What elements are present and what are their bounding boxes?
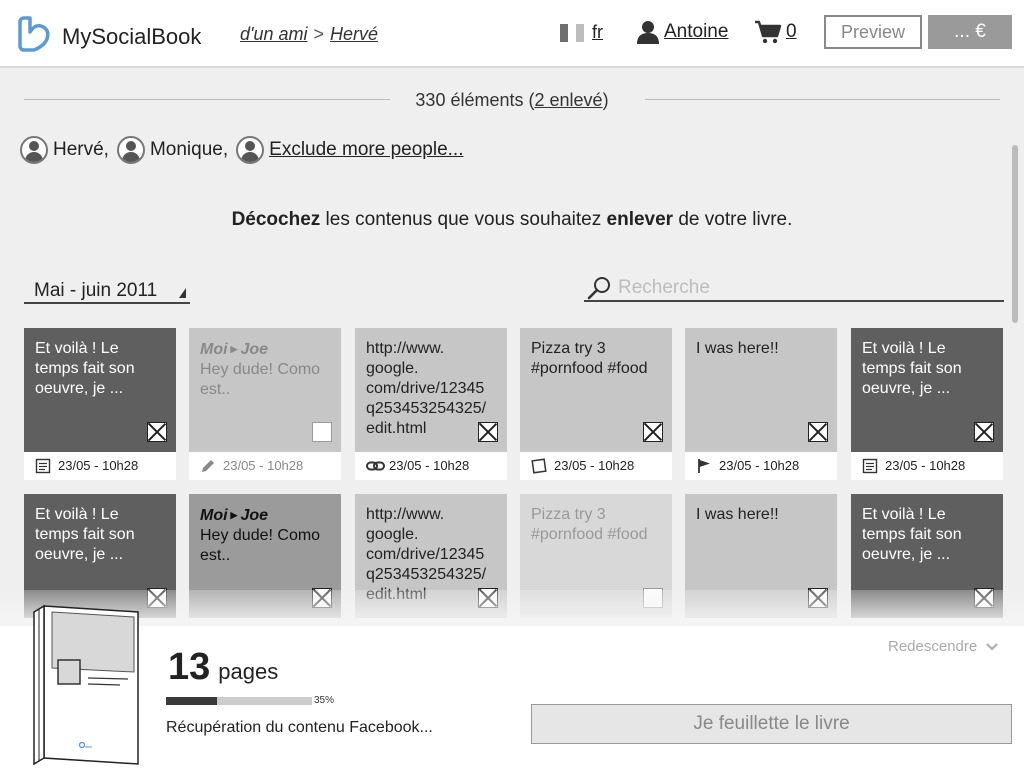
collapse-panel-toggle[interactable]: Redescendre [888,638,999,655]
status-post-icon [35,458,51,474]
card-checkbox[interactable] [312,422,332,442]
search-bar [584,274,1004,302]
card-text: Hey dude! Como est.. [200,361,321,398]
language-link[interactable]: fr [592,22,603,43]
cart-icon [755,20,782,44]
instruction-bold-1: Décochez [231,209,321,230]
breadcrumb-link-friend[interactable]: d'un ami [240,24,307,44]
removed-link[interactable]: 2 enlevé [535,90,603,110]
exclude-more-link[interactable]: Exclude more people... [269,139,463,161]
card-checkbox[interactable] [147,422,167,442]
person-name: Hervé, [53,139,109,160]
user-menu[interactable]: Antoine [636,20,728,44]
panel-fade [0,590,1024,626]
user-icon [637,21,659,44]
arrow-right-icon: ▶ [230,344,238,354]
card-author: Moi ▶ Joe [200,339,330,360]
content-card[interactable]: Moi ▶ Joe Hey dude! Como est.. 23/05 - 10h… [189,328,341,480]
person-chip[interactable]: Monique, [116,136,229,164]
language-selector[interactable]: fr [560,22,603,43]
card-date: 23/05 - 10h28 [389,458,470,473]
card-checkbox[interactable] [808,422,828,442]
recipient-name: Joe [240,341,269,358]
card-date: 23/05 - 10h28 [223,458,304,473]
page-count: 13 pages [168,646,278,689]
logo-icon[interactable] [16,14,54,52]
cart-count[interactable]: 0 [786,21,797,43]
card-footer: 23/05 - 10h28 [24,452,176,480]
link-icon [366,461,385,471]
person-name: Monique, [149,139,229,160]
chevron-down-icon [986,642,998,650]
flag-checkin-icon [698,459,710,473]
exclude-more-chip[interactable]: Exclude more people... [236,136,463,164]
collapse-label: Redescendre [888,638,978,655]
counter-text: 330 éléments ( [415,90,535,110]
photo-icon [531,458,547,474]
card-checkbox[interactable] [974,422,994,442]
recipient-name: Joe [240,507,269,524]
author-name: Moi [200,341,228,358]
user-name[interactable]: Antoine [664,21,728,43]
pencil-icon [202,460,214,472]
avatar [236,136,265,164]
flag-icon [560,23,584,42]
book-preview-icon[interactable] [30,604,142,768]
card-date: 23/05 - 10h28 [554,458,635,473]
breadcrumb-link-herve[interactable]: Hervé [330,24,378,44]
book-summary-panel [0,626,1024,778]
card-checkbox[interactable] [643,422,663,442]
arrow-right-icon: ▶ [230,510,238,520]
preview-button[interactable]: Preview [824,15,922,49]
card-footer: 23/05 - 10h28 [520,452,672,480]
logo-text[interactable]: MySocialBook [62,24,201,50]
search-input[interactable] [618,276,988,300]
progress-fill [166,697,218,705]
cart[interactable]: 0 [754,20,797,44]
flip-book-button[interactable]: Je feuillette le livre [531,704,1012,744]
progress-label: 35% [314,695,335,706]
status-post-icon [862,458,878,474]
instruction-text: Décochez les contenus que vous souhaitez… [0,209,1024,231]
instruction-bold-2: enlever [606,209,674,230]
content-card[interactable]: http://www. google. com/drive/12345 q253… [355,328,507,480]
card-date: 23/05 - 10h28 [719,458,800,473]
search-icon [587,277,610,300]
content-card[interactable]: Et voilà ! Le temps fait son oeuvre, je … [24,328,176,480]
person-chip[interactable]: Hervé, [20,136,109,164]
loading-status: Récupération du contenu Facebook... [166,719,433,736]
avatar [20,136,48,164]
page-count-label: pages [218,659,279,684]
card-footer: 23/05 - 10h28 [851,452,1003,480]
scrollbar[interactable] [1012,145,1018,323]
breadcrumb-separator: > [313,24,324,44]
card-author: Moi ▶ Joe [200,505,330,526]
author-name: Moi [200,507,228,524]
progress-bar [166,697,312,705]
breadcrumb: d'un ami > Hervé [240,24,378,45]
price-button[interactable]: ... € [928,15,1012,49]
top-bar: MySocialBook d'un ami > Hervé fr Antoine 0… [0,0,1024,68]
card-date: 23/05 - 10h28 [885,458,966,473]
dropdown-triangle-icon [179,288,186,298]
card-footer: 23/05 - 10h28 [685,452,837,480]
avatar [116,136,145,164]
date-range-value: Mai - juin 2011 [34,280,158,301]
instruction-part-1: les contenus que vous souhaitez [320,209,607,230]
date-range-select[interactable]: Mai - juin 2011 [24,280,190,304]
counter-close: ) [602,90,609,110]
card-text: Hey dude! Como est.. [200,527,321,564]
card-checkbox[interactable] [478,422,498,442]
excluded-people: Hervé, Monique, Exclude more people... [20,136,471,164]
card-date: 23/05 - 10h28 [58,458,139,473]
content-card[interactable]: Pizza try 3 #pornfood #food 23/05 - 10h2… [520,328,672,480]
instruction-part-2: de votre livre. [673,209,793,230]
card-footer: 23/05 - 10h28 [189,452,341,480]
page-count-number: 13 [168,646,211,688]
element-counter: 330 éléments (2 enlevé) [0,90,1024,111]
content-card[interactable]: I was here!! 23/05 - 10h28 [685,328,837,480]
content-card[interactable]: Et voilà ! Le temps fait son oeuvre, je … [851,328,1003,480]
card-footer: 23/05 - 10h28 [355,452,507,480]
